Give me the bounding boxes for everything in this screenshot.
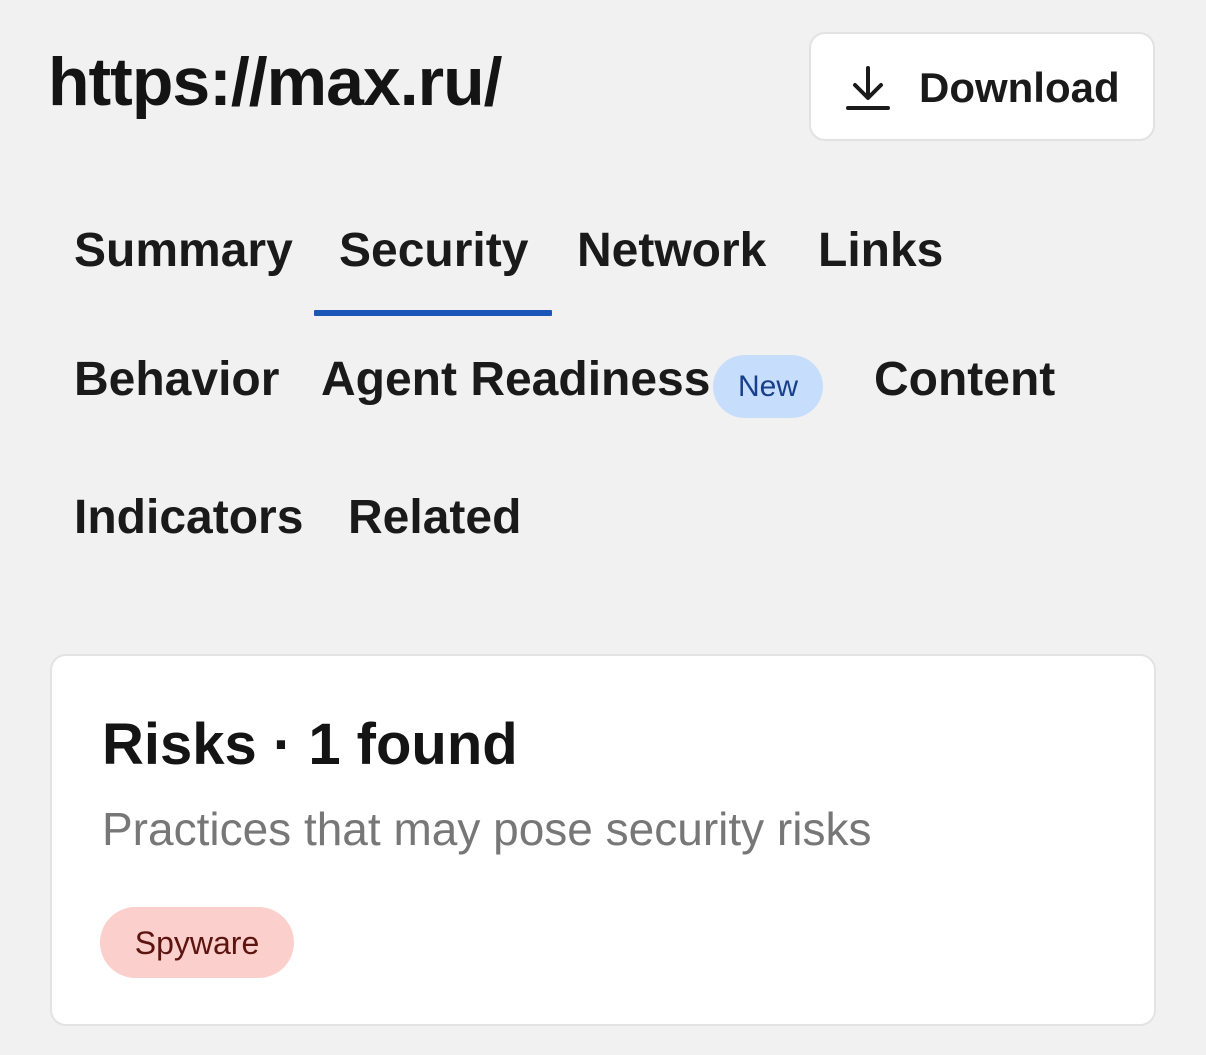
risks-subtitle: Practices that may pose security risks bbox=[102, 803, 872, 855]
page-title: https://max.ru/ bbox=[48, 44, 502, 120]
risks-card: Risks · 1 found Practices that may pose … bbox=[50, 654, 1156, 1026]
tab-related[interactable]: Related bbox=[348, 488, 521, 548]
download-icon bbox=[845, 65, 891, 111]
active-tab-indicator bbox=[314, 310, 552, 316]
new-badge: New bbox=[713, 355, 823, 418]
risk-tag-spyware[interactable]: Spyware bbox=[100, 907, 294, 978]
download-button[interactable]: Download bbox=[809, 32, 1155, 141]
tab-security[interactable]: Security bbox=[339, 221, 528, 281]
download-button-label: Download bbox=[919, 64, 1120, 111]
tab-indicators[interactable]: Indicators bbox=[74, 488, 303, 548]
tab-behavior[interactable]: Behavior bbox=[74, 350, 279, 410]
tab-agent-readiness[interactable]: Agent Readiness bbox=[321, 350, 710, 410]
tab-links[interactable]: Links bbox=[818, 221, 943, 281]
tab-content[interactable]: Content bbox=[874, 350, 1055, 410]
tab-network[interactable]: Network bbox=[577, 221, 766, 281]
tab-summary[interactable]: Summary bbox=[74, 221, 293, 281]
risks-title: Risks · 1 found bbox=[102, 712, 518, 777]
